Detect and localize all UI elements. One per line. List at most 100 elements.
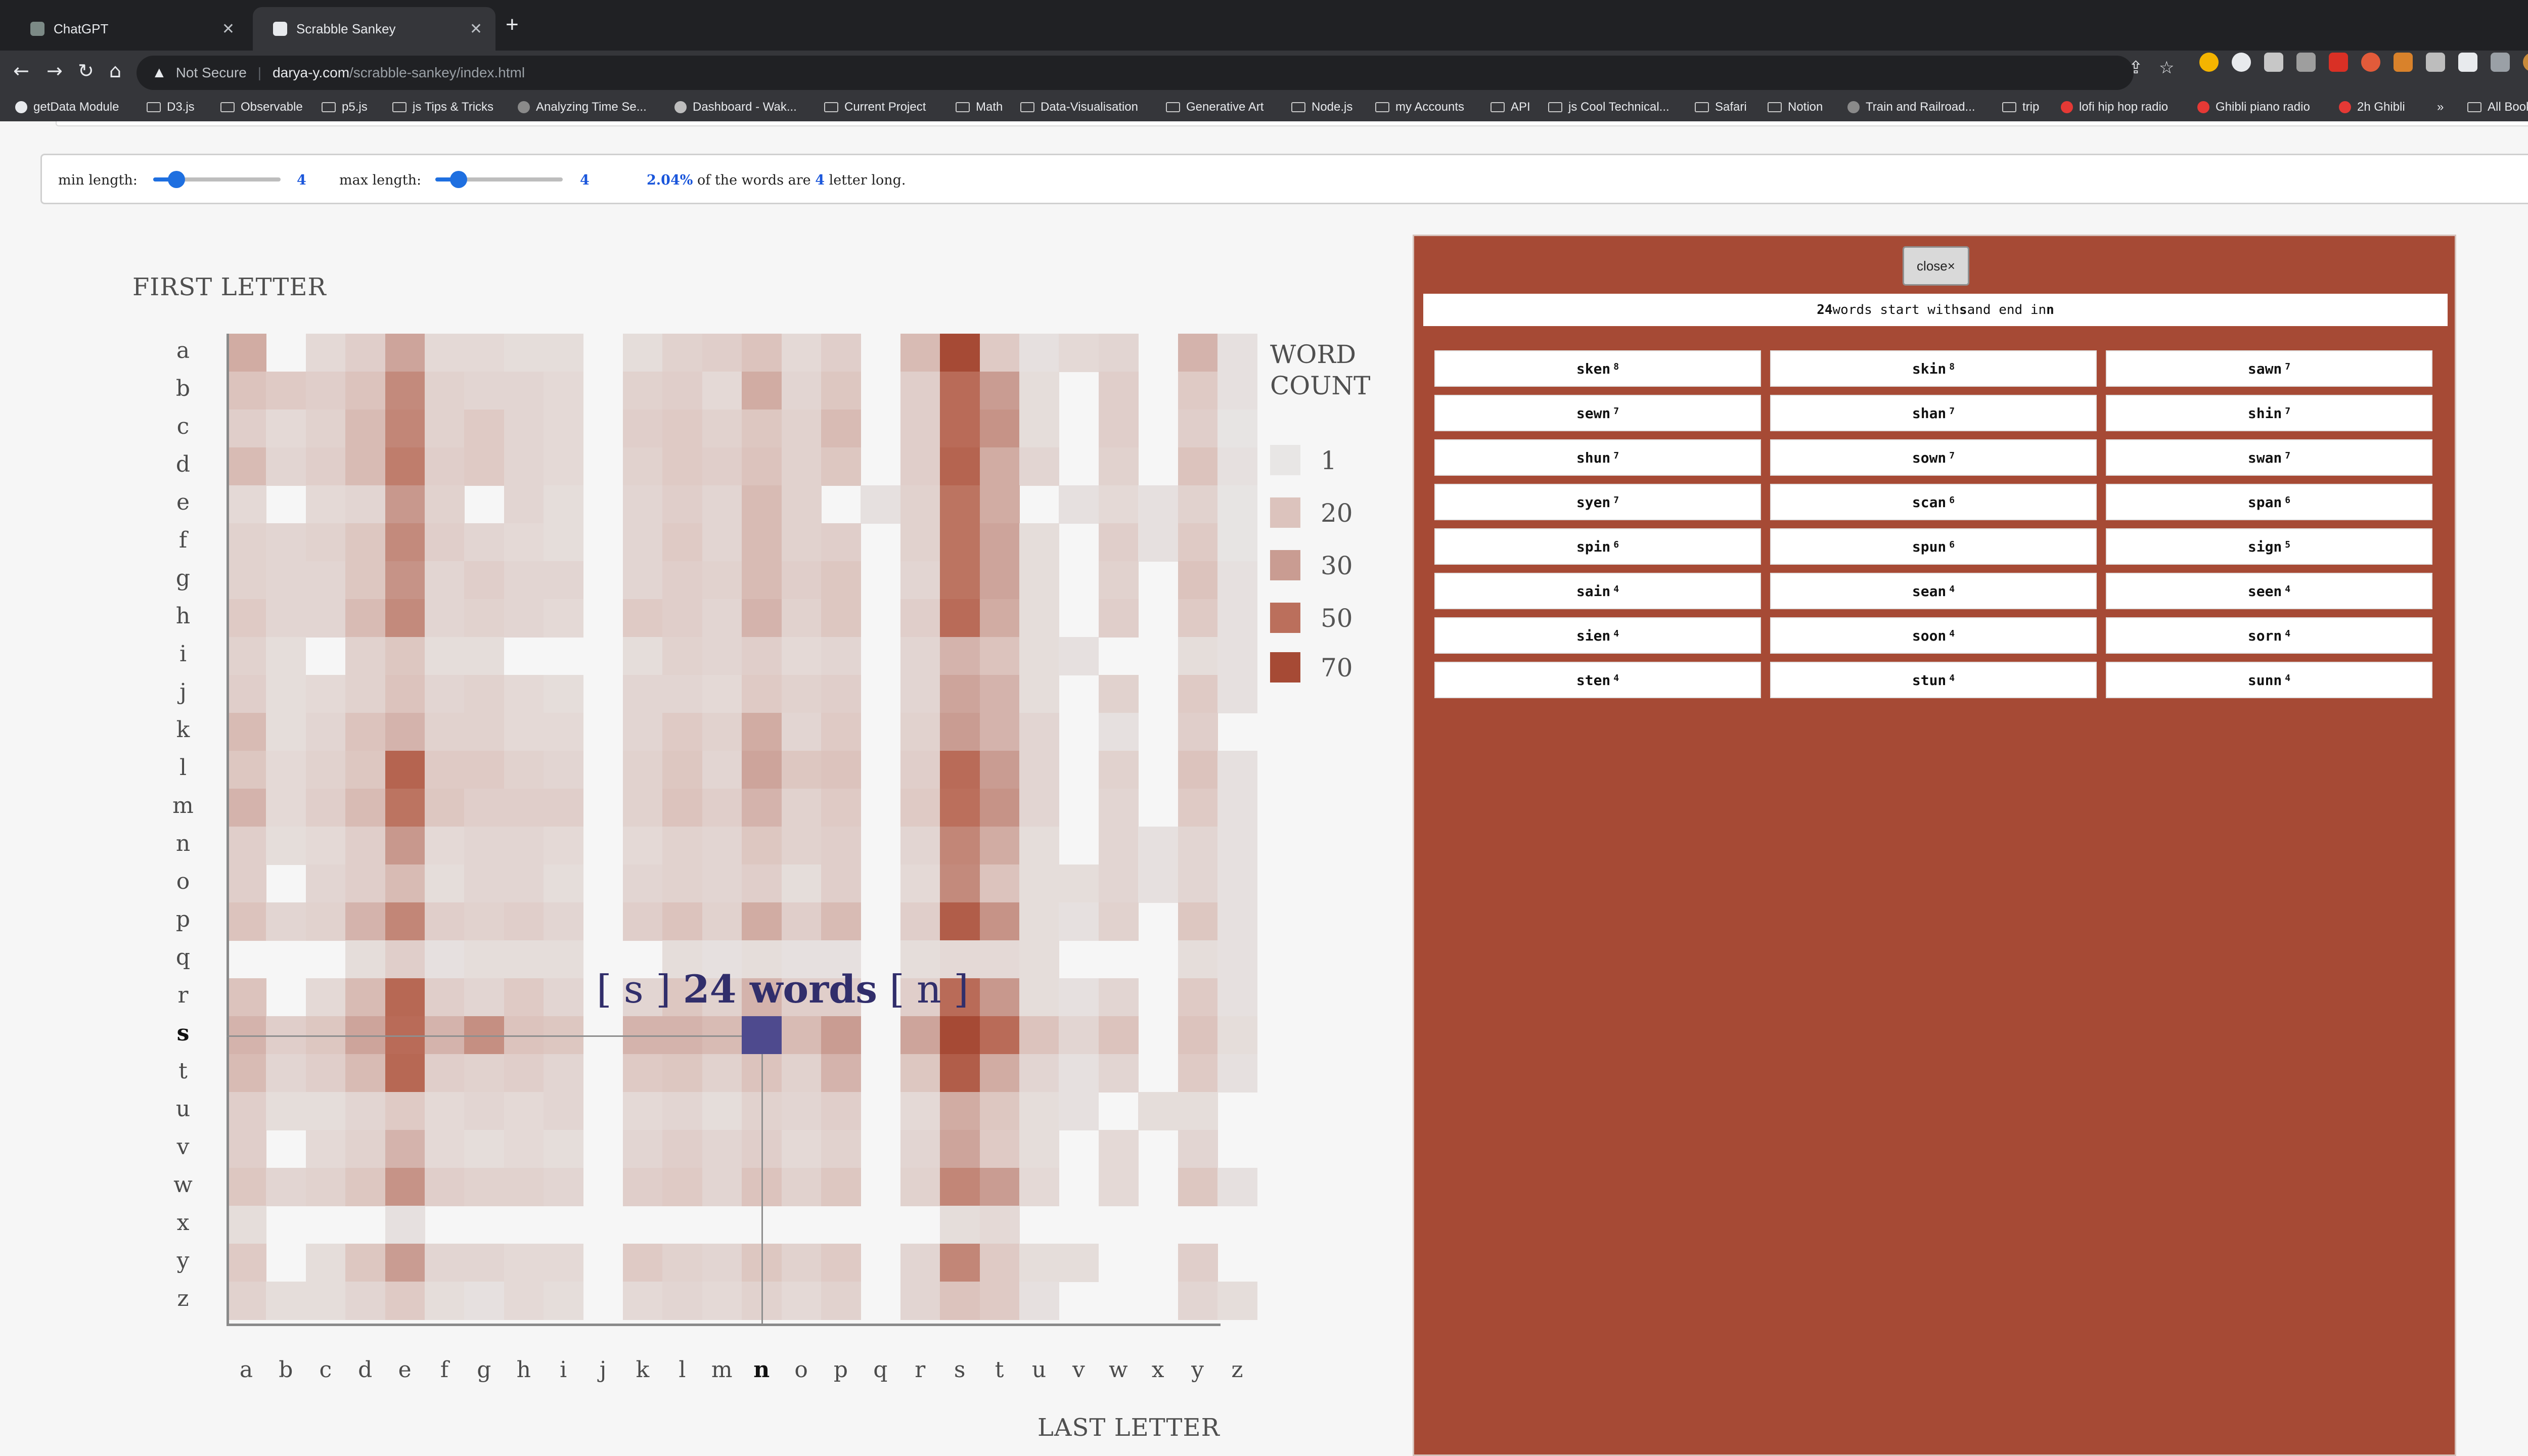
heatmap-cell[interactable]: [504, 675, 544, 713]
heatmap-cell[interactable]: [979, 1206, 1020, 1244]
heatmap-cell[interactable]: [425, 902, 465, 941]
word-button[interactable]: spun 6: [1770, 528, 2097, 565]
word-button[interactable]: shan 7: [1770, 395, 2097, 431]
heatmap-cell[interactable]: [1019, 1168, 1059, 1206]
heatmap-cell[interactable]: [504, 713, 544, 751]
heatmap-cell[interactable]: [464, 1054, 505, 1093]
heatmap-cell[interactable]: [1178, 334, 1218, 372]
heatmap-cell[interactable]: [504, 827, 544, 865]
heatmap-cell[interactable]: [425, 827, 465, 865]
heatmap-cell[interactable]: [1217, 902, 1257, 941]
heatmap-cell[interactable]: [425, 1282, 465, 1320]
heatmap-cell[interactable]: [979, 485, 1020, 524]
heatmap-cell[interactable]: [623, 1282, 663, 1320]
heatmap-cell[interactable]: [345, 978, 386, 1017]
heatmap-cell[interactable]: [504, 334, 544, 372]
heatmap-cell[interactable]: [504, 1244, 544, 1282]
heatmap-cell[interactable]: [1178, 447, 1218, 486]
heatmap-cell[interactable]: [1059, 485, 1099, 524]
heatmap-cell[interactable]: [464, 713, 505, 751]
heatmap-cell[interactable]: [266, 713, 306, 751]
heatmap-cell[interactable]: [900, 523, 940, 562]
heatmap-cell[interactable]: [504, 940, 544, 979]
heatmap-cell[interactable]: [464, 447, 505, 486]
heatmap-cell[interactable]: [345, 637, 386, 675]
heatmap-cell[interactable]: [1019, 334, 1059, 372]
heatmap-cell[interactable]: [504, 410, 544, 448]
heatmap-cell[interactable]: [1178, 789, 1218, 827]
heatmap-cell[interactable]: [305, 485, 346, 524]
heatmap-cell[interactable]: [305, 789, 346, 827]
heatmap-cell[interactable]: [425, 713, 465, 751]
heatmap-cell[interactable]: [345, 1244, 386, 1282]
extension-circle-icon[interactable]: [2232, 53, 2251, 72]
heatmap-cell[interactable]: [702, 1282, 742, 1320]
heatmap-cell[interactable]: [623, 523, 663, 562]
heatmap-cell[interactable]: [900, 1092, 940, 1130]
heatmap-cell[interactable]: [940, 1244, 980, 1282]
heatmap-cell[interactable]: [702, 789, 742, 827]
word-button[interactable]: stun 4: [1770, 662, 2097, 698]
heatmap-cell[interactable]: [544, 447, 584, 486]
heatmap-cell[interactable]: [425, 334, 465, 372]
selected-cell[interactable]: [742, 1016, 782, 1055]
heatmap-cell[interactable]: [345, 599, 386, 638]
heatmap-cell[interactable]: [544, 1054, 584, 1093]
heatmap-cell[interactable]: [504, 372, 544, 410]
heatmap-cell[interactable]: [385, 561, 425, 600]
word-button[interactable]: sien 4: [1434, 617, 1761, 654]
heatmap-cell[interactable]: [623, 410, 663, 448]
heatmap-cell[interactable]: [345, 1054, 386, 1093]
heatmap-cell[interactable]: [266, 637, 306, 675]
heatmap-cell[interactable]: [662, 902, 703, 941]
heatmap-cell[interactable]: [702, 334, 742, 372]
heatmap-cell[interactable]: [385, 827, 425, 865]
bookmark-all-bookmarks[interactable]: All Bookmarks: [2467, 100, 2528, 114]
heatmap-cell[interactable]: [662, 751, 703, 789]
heatmap-cell[interactable]: [979, 523, 1020, 562]
heatmap-cell[interactable]: [504, 1130, 544, 1168]
heatmap-cell[interactable]: [702, 864, 742, 903]
heatmap-cell[interactable]: [940, 599, 980, 638]
close-button[interactable]: close×: [1903, 246, 1969, 286]
bookmark-data-visualisation[interactable]: Data-Visualisation: [1020, 100, 1138, 114]
word-button[interactable]: soon 4: [1770, 617, 2097, 654]
heatmap-cell[interactable]: [1217, 940, 1257, 979]
bookmark-train[interactable]: Train and Railroad...: [1847, 100, 1975, 114]
heatmap-cell[interactable]: [1098, 1130, 1139, 1168]
heatmap-cell[interactable]: [1178, 1168, 1218, 1206]
heatmap-cell[interactable]: [464, 599, 505, 638]
heatmap-cell[interactable]: [345, 561, 386, 600]
heatmap-cell[interactable]: [662, 1282, 703, 1320]
heatmap-cell[interactable]: [821, 827, 861, 865]
heatmap-cell[interactable]: [345, 864, 386, 903]
heatmap-cell[interactable]: [425, 1130, 465, 1168]
extension-note-icon[interactable]: [2264, 53, 2283, 72]
heatmap-cell[interactable]: [900, 827, 940, 865]
heatmap-cell[interactable]: [940, 902, 980, 941]
heatmap-cell[interactable]: [821, 789, 861, 827]
heatmap-cell[interactable]: [940, 523, 980, 562]
heatmap-cell[interactable]: [305, 864, 346, 903]
heatmap-cell[interactable]: [781, 1168, 822, 1206]
heatmap-cell[interactable]: [266, 1054, 306, 1093]
home-icon[interactable]: ⌂: [109, 60, 121, 82]
heatmap-cell[interactable]: [305, 372, 346, 410]
heatmap-cell[interactable]: [623, 1054, 663, 1093]
heatmap-cell[interactable]: [821, 1282, 861, 1320]
heatmap-cell[interactable]: [623, 827, 663, 865]
heatmap-cell[interactable]: [742, 447, 782, 486]
heatmap-cell[interactable]: [305, 713, 346, 751]
word-button[interactable]: sign 5: [2106, 528, 2432, 565]
reload-icon[interactable]: ↻: [78, 60, 94, 82]
heatmap-cell[interactable]: [305, 447, 346, 486]
heatmap-cell[interactable]: [781, 599, 822, 638]
heatmap-cell[interactable]: [1019, 410, 1059, 448]
heatmap-cell[interactable]: [1019, 789, 1059, 827]
heatmap-cell[interactable]: [385, 372, 425, 410]
heatmap-cell[interactable]: [504, 485, 544, 524]
heatmap-cell[interactable]: [900, 1016, 940, 1055]
heatmap-cell[interactable]: [662, 675, 703, 713]
heatmap-cell[interactable]: [504, 447, 544, 486]
heatmap-cell[interactable]: [504, 902, 544, 941]
